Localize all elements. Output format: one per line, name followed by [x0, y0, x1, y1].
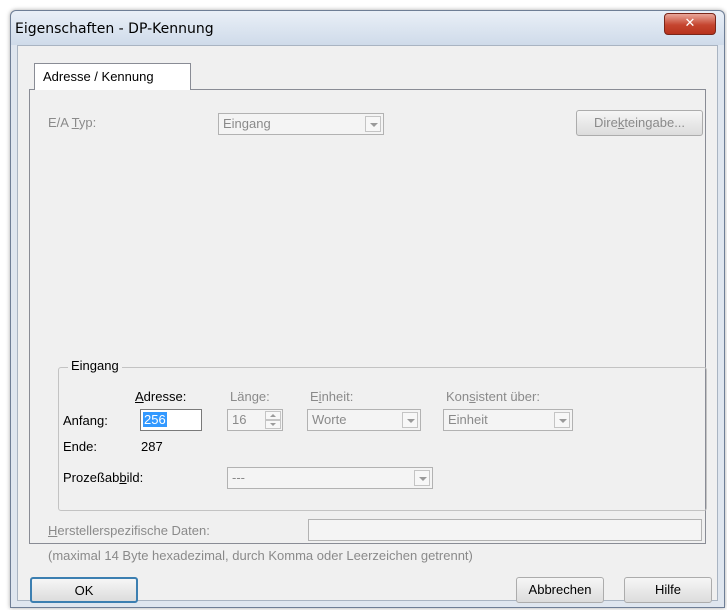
direct-entry-button[interactable]: Direkteingabe... [576, 110, 703, 136]
help-button[interactable]: Hilfe [624, 577, 712, 603]
spin-up-icon [265, 411, 281, 420]
group-title: Eingang [68, 358, 122, 373]
chevron-down-icon [365, 116, 381, 132]
chevron-down-icon [414, 470, 430, 486]
title-bar[interactable]: Eigenschaften - DP-Kennung ✕ [11, 11, 724, 45]
end-label: Ende: [63, 439, 97, 454]
tab-address-id[interactable]: Adresse / Kennung [34, 63, 191, 90]
process-image-value: --- [232, 470, 245, 485]
io-type-value: Eingang [223, 116, 271, 131]
start-address-input[interactable]: 256 [140, 409, 202, 431]
close-icon: ✕ [684, 16, 696, 31]
tab-label: Adresse / Kennung [43, 69, 154, 84]
length-column-header: Länge: [230, 389, 270, 404]
process-image-label: Prozeßabbild: [63, 470, 144, 485]
close-button[interactable]: ✕ [664, 13, 716, 35]
spin-down-icon [265, 420, 281, 429]
chevron-down-icon [554, 412, 570, 428]
consistent-column-header: Konsistent über: [446, 389, 540, 404]
end-value: 287 [141, 439, 163, 454]
chevron-down-icon [402, 412, 418, 428]
vendor-data-hint: (maximal 14 Byte hexadezimal, durch Komm… [48, 548, 473, 563]
start-label: Anfang: [63, 413, 108, 428]
cancel-button[interactable]: Abbrechen [516, 577, 604, 603]
consistent-value: Einheit [448, 412, 488, 427]
window-title: Eigenschaften - DP-Kennung [15, 21, 214, 37]
start-address-value: 256 [143, 412, 167, 427]
process-image-select[interactable]: --- [227, 467, 433, 489]
length-stepper[interactable]: 16 [227, 409, 283, 431]
consistent-select[interactable]: Einheit [443, 409, 573, 431]
length-value: 16 [232, 412, 247, 427]
tab-panel: E/A Typ: Eingang Direkteingabe... Eingan… [29, 89, 707, 563]
unit-column-header: Einheit: [310, 389, 354, 404]
unit-select[interactable]: Worte [307, 409, 421, 431]
io-type-label: E/A Typ: [48, 115, 97, 130]
dialog-client-area: Adresse / Kennung E/A Typ: Eingang Direk… [17, 45, 718, 603]
ok-button[interactable]: OK [30, 577, 138, 603]
properties-dialog: Eigenschaften - DP-Kennung ✕ Adresse / K… [10, 10, 725, 608]
vendor-data-input[interactable] [308, 519, 702, 541]
unit-value: Worte [312, 412, 347, 427]
vendor-data-label: Herstellerspezifische Daten: [48, 523, 210, 538]
address-column-header: Adresse: [135, 389, 187, 404]
io-type-select[interactable]: Eingang [218, 113, 384, 135]
